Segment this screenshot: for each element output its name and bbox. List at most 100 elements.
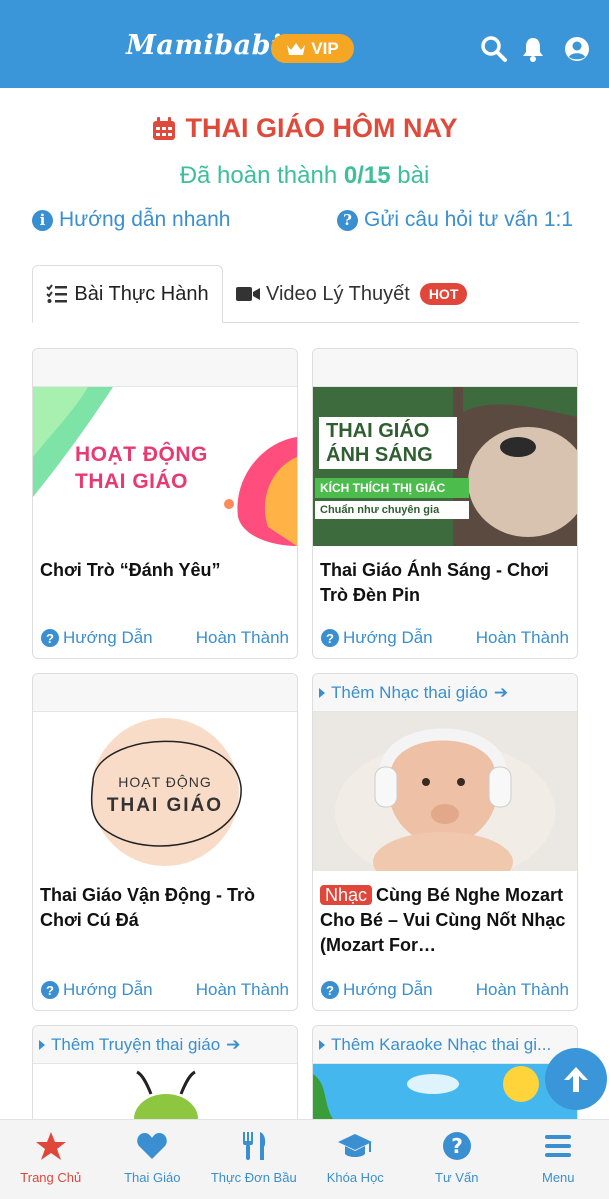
bottom-nav: Trang Chủ Thai Giáo Thực Đơn Bầu Khóa Họ… <box>0 1119 609 1199</box>
image-text-line: HOẠT ĐỘNG <box>75 443 208 466</box>
guide-label: Hướng Dẫn <box>343 980 433 999</box>
image-subcaption: KÍCH THÍCH THỊ GIÁC <box>315 478 469 498</box>
search-icon[interactable] <box>480 35 508 63</box>
nav-label: Tư Vấn <box>435 1170 479 1185</box>
card-footer: ? Hướng Dẫn Hoàn Thành <box>33 970 297 1010</box>
question-icon: ? <box>41 981 59 999</box>
svg-text:?: ? <box>451 1134 463 1158</box>
baby-headphones-image <box>313 712 577 871</box>
vip-label: VIP <box>311 38 339 58</box>
nav-label: Khóa Học <box>326 1170 384 1185</box>
more-karaoke-label: Thêm Karaoke Nhạc thai gi... <box>331 1034 552 1054</box>
quick-guide-label: Hướng dẫn nhanh <box>59 208 231 231</box>
info-icon: i <box>32 209 53 231</box>
lesson-image: THAI GIÁO ÁNH SÁNG KÍCH THÍCH THỊ GIÁC C… <box>313 387 577 546</box>
lesson-image: HOẠT ĐỘNG THAI GIÁO <box>33 387 297 546</box>
image-text-line: THAI GIÁO <box>75 470 188 493</box>
nav-label: Trang Chủ <box>20 1170 82 1185</box>
lesson-image-caption: THAI GIÁO ÁNH SÁNG <box>319 417 457 469</box>
image-subcaption: Chuẩn như chuyên gia <box>315 501 469 519</box>
utensils-icon <box>242 1132 265 1160</box>
hot-badge: HOT <box>419 283 468 305</box>
lesson-card[interactable]: HOẠT ĐỘNG THAI GIÁO Thai Giáo Vận Động -… <box>32 673 298 1011</box>
tab-practice-label: Bài Thực Hành <box>74 282 209 305</box>
checklist-icon <box>46 284 68 303</box>
crown-icon <box>287 42 306 55</box>
page-title: THAI GIÁO HÔM NAY <box>0 113 609 144</box>
question-icon: ? <box>337 209 358 231</box>
caret-right-icon <box>319 687 325 698</box>
card-footer: ? Hướng Dẫn Hoàn Thành <box>313 970 577 1010</box>
more-karaoke-link[interactable]: Thêm Karaoke Nhạc thai gi... <box>313 1026 577 1064</box>
complete-link[interactable]: Hoàn Thành <box>476 628 569 648</box>
card-header <box>313 349 577 387</box>
progress-total: /15 <box>357 162 391 189</box>
lesson-card[interactable]: THAI GIÁO ÁNH SÁNG KÍCH THÍCH THỊ GIÁC C… <box>312 348 578 659</box>
nav-consult[interactable]: ? Tư Vấn <box>406 1120 508 1199</box>
guide-label: Hướng Dẫn <box>63 628 153 647</box>
more-music-label: Thêm Nhạc thai giáo <box>331 682 488 702</box>
tab-theory-label: Video Lý Thuyết <box>266 282 410 305</box>
arrow-right-icon: ➔ <box>493 682 509 702</box>
lesson-card[interactable]: Thêm Nhạc thai giáo ➔ Nhạc Cùng Bé Nghe M… <box>312 673 578 1011</box>
card-title[interactable]: Nhạc Cùng Bé Nghe Mozart Cho Bé – Vui Cùn… <box>313 871 577 971</box>
arrow-right-icon: ➔ <box>226 1034 241 1054</box>
complete-link[interactable]: Hoàn Thành <box>476 980 569 1000</box>
more-music-link[interactable]: Thêm Nhạc thai giáo ➔ <box>313 674 577 712</box>
guide-label: Hướng Dẫn <box>343 628 433 647</box>
music-badge: Nhạc <box>320 885 373 905</box>
progress-suffix: bài <box>397 162 430 189</box>
card-header <box>33 349 297 387</box>
guide-link[interactable]: ? Hướng Dẫn <box>321 980 433 1000</box>
ask-question-link[interactable]: ? Gửi câu hỏi tư vấn 1:1 <box>337 208 573 232</box>
lesson-image: HOẠT ĐỘNG THAI GIÁO <box>33 712 297 871</box>
app-logo[interactable]: Mamibabi <box>126 30 282 61</box>
lesson-card[interactable]: HOẠT ĐỘNG THAI GIÁO Chơi Trò “Đánh Yêu” … <box>32 348 298 659</box>
nav-pregnancy[interactable]: Thai Giáo <box>102 1120 204 1199</box>
card-footer: ? Hướng Dẫn Hoàn Thành <box>313 618 577 658</box>
quick-guide-link[interactable]: i Hướng dẫn nhanh <box>32 208 230 232</box>
lesson-image <box>313 712 577 871</box>
card-title[interactable]: Thai Giáo Ánh Sáng - Chơi Trò Đèn Pin <box>313 546 577 616</box>
nav-label: Thai Giáo <box>124 1170 181 1185</box>
ask-question-label: Gửi câu hỏi tư vấn 1:1 <box>364 208 574 231</box>
image-text-line: HOẠT ĐỘNG <box>118 774 212 790</box>
card-title[interactable]: Chơi Trò “Đánh Yêu” <box>33 546 297 616</box>
complete-link[interactable]: Hoàn Thành <box>196 980 289 1000</box>
guide-label: Hướng Dẫn <box>63 980 153 999</box>
nav-menu[interactable]: Menu <box>508 1120 609 1199</box>
menu-icon <box>545 1135 572 1157</box>
guide-link[interactable]: ? Hướng Dẫn <box>321 628 433 648</box>
nav-home[interactable]: Trang Chủ <box>0 1120 102 1199</box>
card-title[interactable]: Thai Giáo Vận Động - Trò Chơi Cú Đá <box>33 871 297 941</box>
caret-right-icon <box>319 1039 325 1050</box>
progress-text: Đã hoàn thành 0/15 bài <box>0 162 609 190</box>
more-stories-label: Thêm Truyện thai giáo <box>51 1034 221 1054</box>
caret-right-icon <box>39 1039 45 1050</box>
image-text-line: THAI GIÁO <box>106 795 224 816</box>
app-header: Mamibabi VIP <box>0 0 609 88</box>
user-account-icon[interactable] <box>563 35 591 63</box>
question-icon: ? <box>41 629 59 647</box>
complete-link[interactable]: Hoàn Thành <box>196 628 289 648</box>
scroll-top-button[interactable] <box>545 1048 607 1110</box>
more-stories-link[interactable]: Thêm Truyện thai giáo ➔ <box>33 1026 297 1064</box>
tab-practice[interactable]: Bài Thực Hành <box>32 265 223 323</box>
lesson-image-caption: HOẠT ĐỘNG THAI GIÁO <box>33 770 297 818</box>
video-camera-icon <box>236 287 260 301</box>
guide-link[interactable]: ? Hướng Dẫn <box>41 980 153 1000</box>
image-text-line: THAI GIÁO <box>326 420 430 442</box>
question-icon: ? <box>321 629 339 647</box>
nav-menu-food[interactable]: Thực Đơn Bầu <box>203 1120 305 1199</box>
lesson-image-caption: HOẠT ĐỘNG THAI GIÁO <box>75 441 208 495</box>
guide-link[interactable]: ? Hướng Dẫn <box>41 628 153 648</box>
nav-label: Thực Đơn Bầu <box>210 1170 297 1185</box>
progress-done: 0 <box>343 162 358 189</box>
question-icon: ? <box>321 981 339 999</box>
bell-icon[interactable] <box>519 35 547 63</box>
card-header <box>33 674 297 712</box>
vip-badge[interactable]: VIP <box>271 34 354 63</box>
tab-theory-video[interactable]: Video Lý Thuyết HOT <box>236 265 468 323</box>
arrow-up-icon <box>564 1067 588 1092</box>
nav-courses[interactable]: Khóa Học <box>305 1120 407 1199</box>
